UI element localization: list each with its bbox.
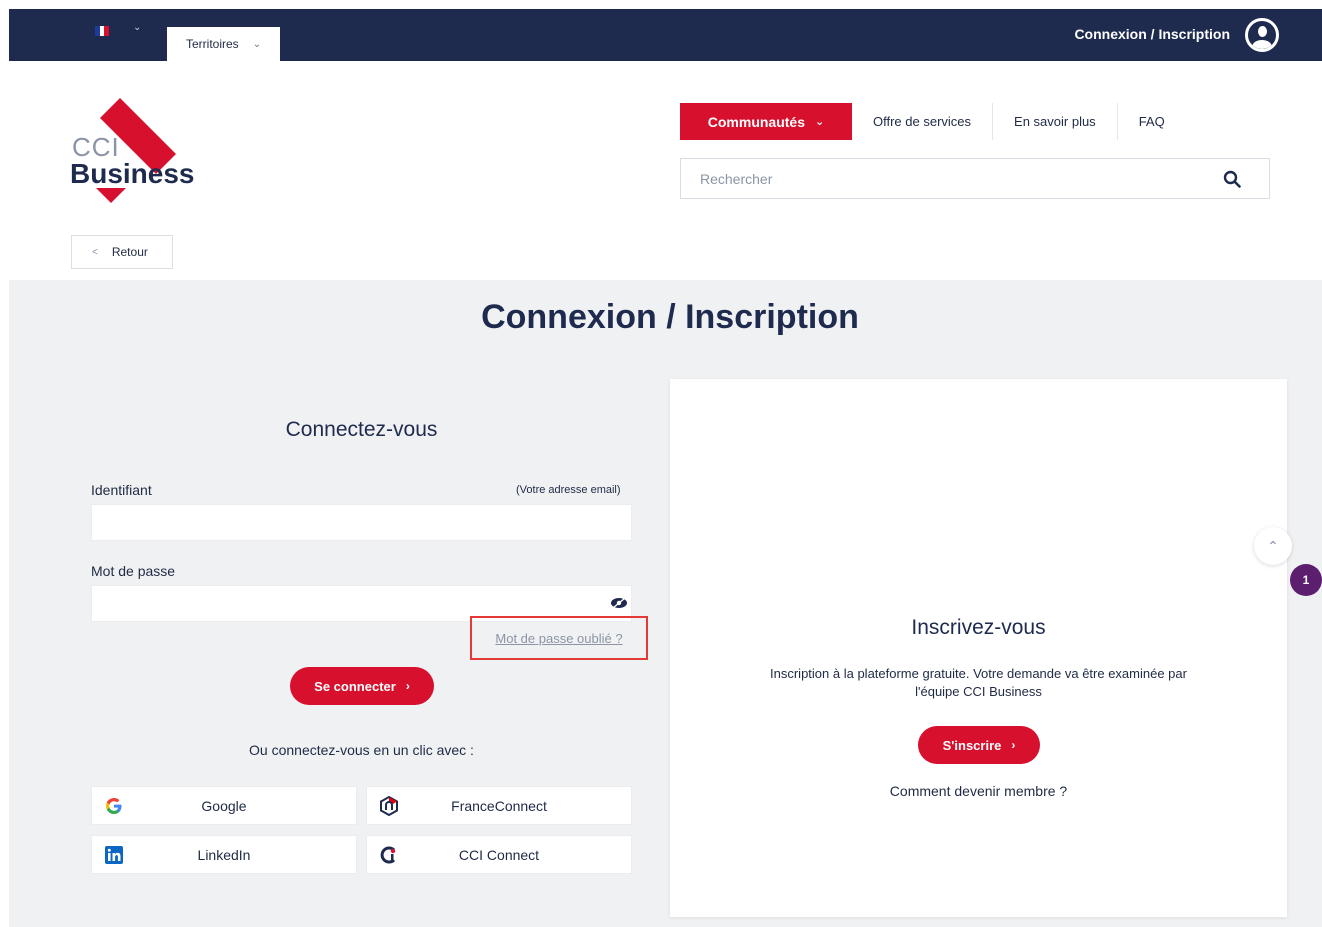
chevron-left-icon: < (92, 246, 98, 258)
chevron-right-icon: › (1011, 738, 1016, 752)
territoires-label: Territoires (186, 37, 239, 51)
linkedin-label: LinkedIn (197, 846, 251, 863)
google-icon (104, 796, 124, 816)
google-login-button[interactable]: Google (91, 786, 357, 825)
login-title: Connectez-vous (285, 418, 438, 441)
eye-slash-icon[interactable] (610, 597, 628, 609)
register-title: Inscrivez-vous (911, 616, 1046, 639)
identifier-label: Identifiant (91, 482, 152, 498)
user-account-icon[interactable] (1245, 18, 1279, 52)
linkedin-login-button[interactable]: LinkedIn (91, 835, 357, 874)
back-label: Retour (111, 245, 148, 259)
register-card: Inscrivez-vous Inscription à la platefor… (670, 379, 1287, 917)
register-description-line2: l'équipe CCI Business (915, 684, 1042, 699)
register-button-label: S'inscrire (942, 737, 1002, 753)
franceconnect-login-button[interactable]: FranceConnect (366, 786, 632, 825)
top-login-link[interactable]: Connexion / Inscription (1074, 26, 1230, 42)
search-input[interactable] (700, 170, 1200, 187)
logo-business-text: Business (70, 158, 195, 189)
page-title: Connexion / Inscription (481, 298, 859, 336)
nav-faq[interactable]: FAQ (1118, 103, 1186, 140)
franceconnect-icon (379, 796, 399, 816)
register-button[interactable]: S'inscrire › (918, 726, 1040, 764)
language-chevron-down-icon[interactable]: ⌄ (133, 22, 141, 33)
identifier-hint: (Votre adresse email) (516, 484, 621, 496)
cci-business-logo[interactable]: CCI Business (70, 96, 220, 206)
login-button[interactable]: Se connecter › (290, 667, 434, 705)
identifier-input[interactable] (92, 505, 631, 540)
nav-offre-de-services[interactable]: Offre de services (852, 103, 994, 140)
identifier-field[interactable] (91, 504, 632, 541)
search-bar (680, 158, 1270, 199)
search-icon[interactable] (1223, 170, 1241, 188)
register-description: Inscription à la plateforme gratuite. Vo… (710, 665, 1247, 701)
scroll-to-top-button[interactable]: ⌃ (1254, 527, 1292, 565)
french-flag-icon[interactable] (95, 26, 110, 36)
communautes-label: Communautés (707, 113, 805, 130)
back-button[interactable]: < Retour (71, 235, 173, 269)
become-member-link[interactable]: Comment devenir membre ? (670, 783, 1287, 799)
password-label: Mot de passe (91, 563, 176, 579)
notification-badge[interactable]: 1 (1290, 564, 1322, 596)
google-label: Google (201, 797, 247, 814)
communautes-button[interactable]: Communautés ⌄ (680, 103, 852, 140)
cci-connect-label: CCI Connect (458, 846, 540, 863)
login-button-label: Se connecter (314, 678, 396, 694)
franceconnect-label: FranceConnect (451, 797, 547, 814)
forgot-password-highlight: Mot de passe oublié ? (470, 616, 648, 660)
register-description-line1: Inscription à la plateforme gratuite. Vo… (770, 666, 1187, 681)
linkedin-icon (104, 845, 124, 865)
cci-connect-icon (379, 845, 399, 865)
chevron-right-icon: › (405, 679, 410, 693)
main-navigation: Communautés ⌄ Offre de services En savoi… (680, 103, 1186, 140)
cci-connect-login-button[interactable]: CCI Connect (366, 835, 632, 874)
chevron-down-icon: ⌄ (252, 38, 262, 50)
chevron-up-icon: ⌃ (1267, 537, 1279, 554)
territoires-dropdown[interactable]: Territoires ⌄ (167, 27, 280, 61)
social-login-title: Ou connectez-vous en un clic avec : (249, 742, 474, 758)
chevron-down-icon: ⌄ (815, 116, 825, 128)
nav-en-savoir-plus[interactable]: En savoir plus (993, 103, 1118, 140)
forgot-password-link[interactable]: Mot de passe oublié ? (495, 631, 622, 646)
